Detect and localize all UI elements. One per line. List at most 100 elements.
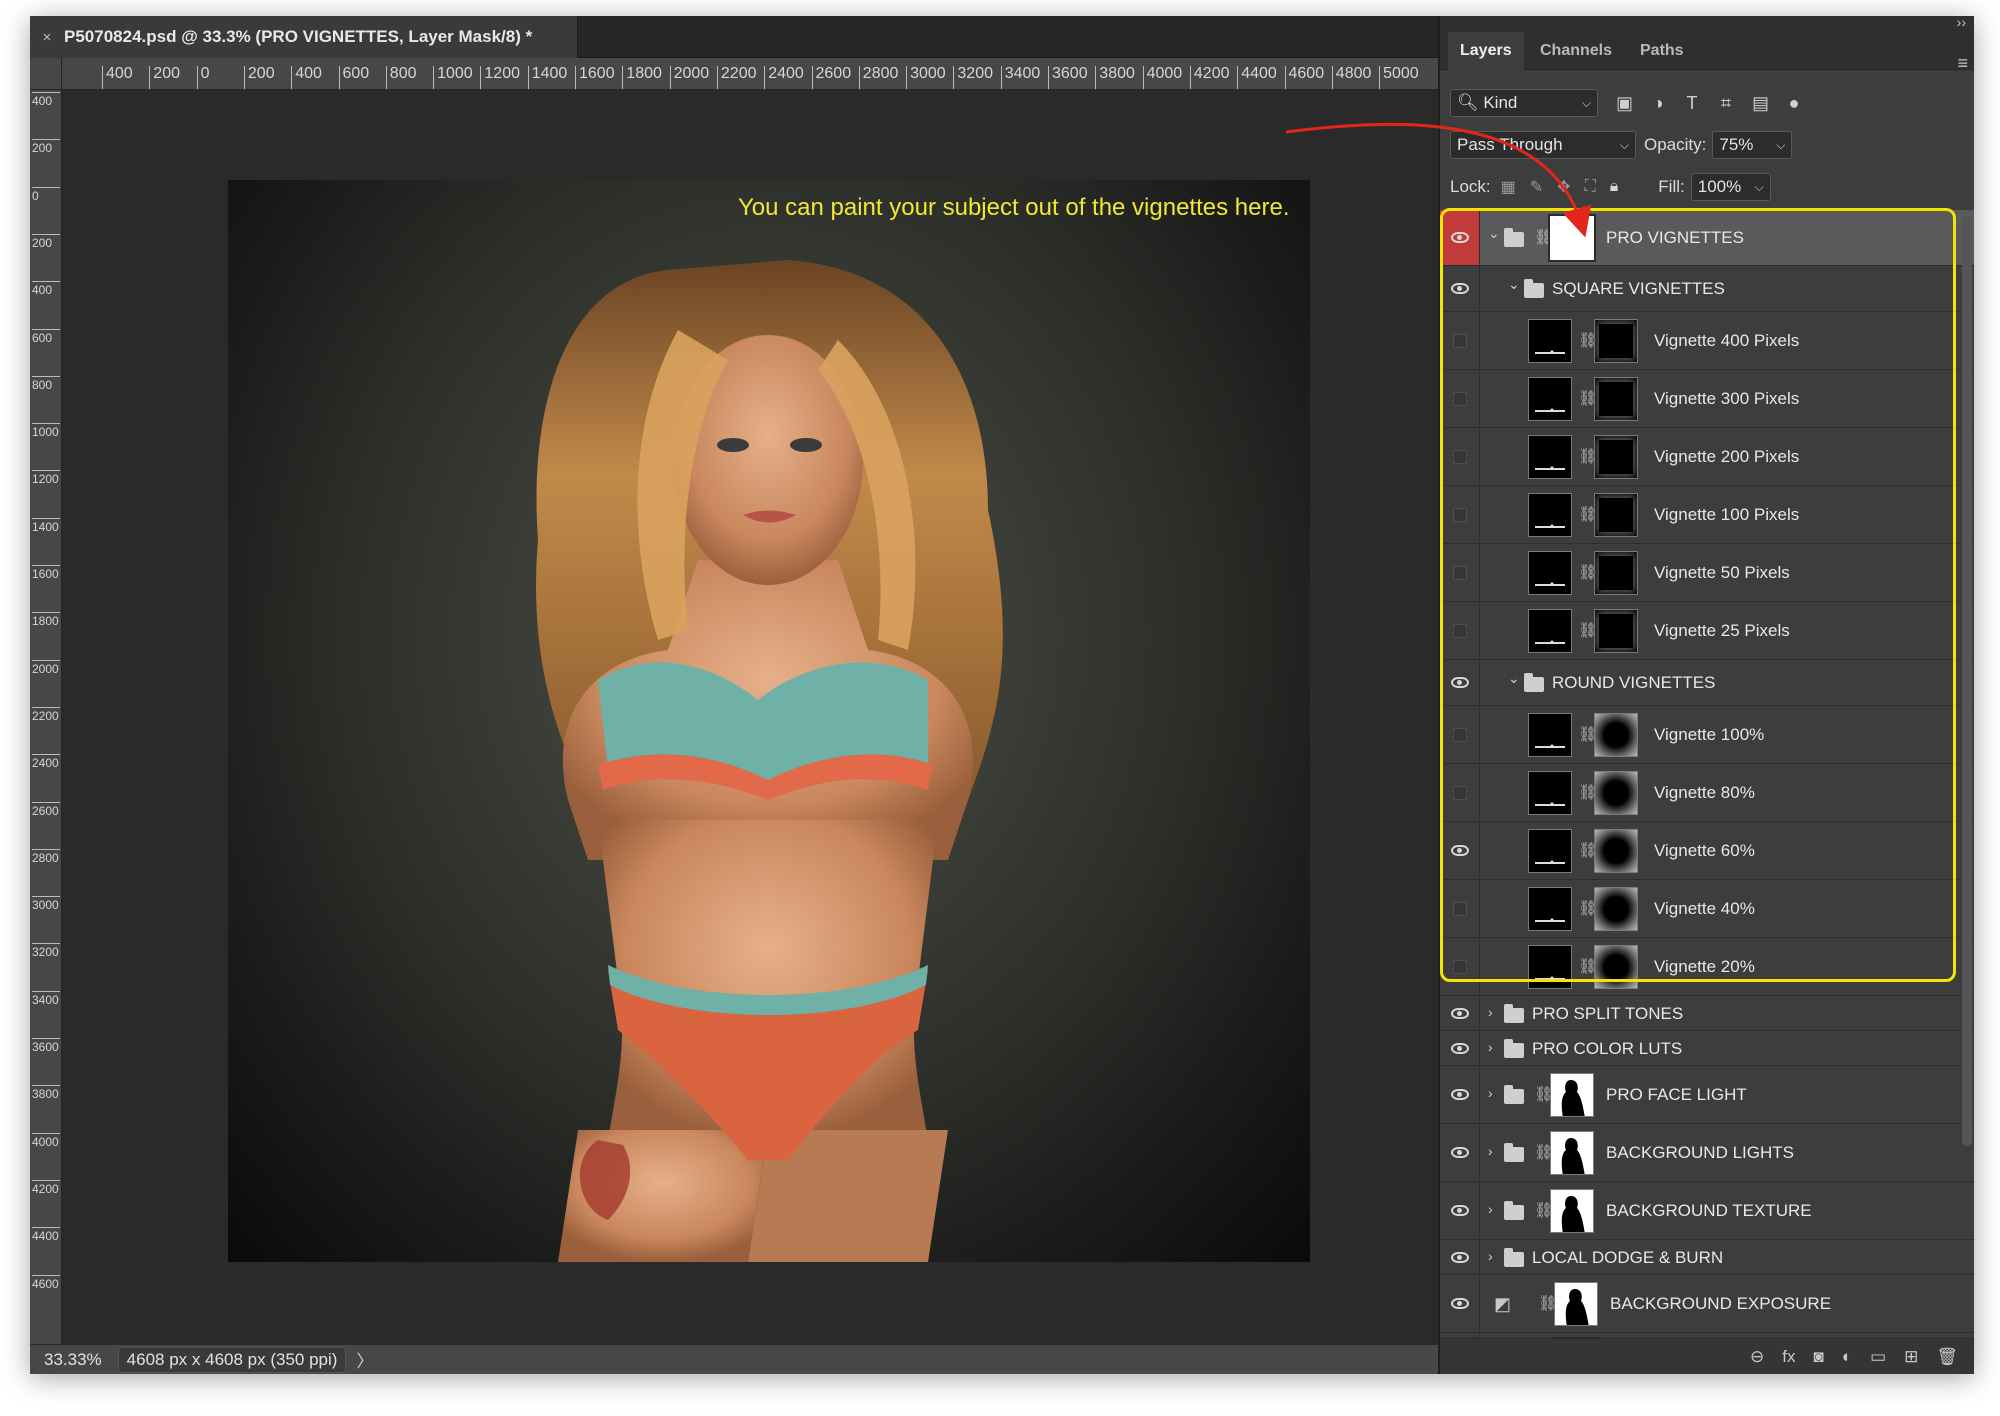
filter-toggle-icon[interactable]: ● — [1786, 93, 1802, 114]
new-layer-icon[interactable]: ⊞ — [1904, 1347, 1918, 1367]
layer-visibility-toggle[interactable] — [1440, 312, 1480, 369]
tab-layers[interactable]: Layers — [1448, 32, 1524, 70]
opacity-field[interactable]: 75% ⌵ — [1712, 131, 1793, 159]
layer-row[interactable]: ⛓ Vignette 50 Pixels — [1440, 544, 1974, 602]
layer-mask-thumbnail[interactable] — [1550, 1189, 1594, 1233]
layer-mask-thumbnail[interactable] — [1594, 493, 1638, 537]
lock-position-icon[interactable]: ✥ — [1557, 177, 1570, 197]
layer-visibility-toggle[interactable] — [1440, 938, 1480, 995]
layer-visibility-toggle[interactable] — [1440, 1182, 1480, 1239]
lock-artboard-icon[interactable]: ⛶ — [1585, 178, 1596, 196]
layer-visibility-toggle[interactable] — [1440, 602, 1480, 659]
layer-visibility-toggle[interactable] — [1440, 822, 1480, 879]
filter-kind-select[interactable]: 🔍︎ Kind ⌵ — [1450, 89, 1598, 117]
lock-pixels-icon[interactable]: ✎ — [1530, 177, 1543, 197]
adjustment-layer-thumbnail[interactable] — [1528, 829, 1572, 873]
chevron-down-icon[interactable]: ⌵ — [1776, 132, 1785, 158]
layer-visibility-toggle[interactable] — [1440, 266, 1480, 311]
chevron-down-icon[interactable]: ⌄ — [1488, 225, 1500, 242]
layer-mask-thumbnail[interactable] — [1594, 829, 1638, 873]
layer-row[interactable]: ⛓ Vignette 40% — [1440, 880, 1974, 938]
layer-mask-thumbnail[interactable] — [1594, 377, 1638, 421]
layers-scrollbar[interactable] — [1962, 216, 1972, 1146]
layer-visibility-toggle[interactable] — [1440, 1031, 1480, 1065]
layer-mask-thumbnail[interactable] — [1594, 435, 1638, 479]
chevron-right-icon[interactable]: › — [1488, 1201, 1493, 1217]
blend-mode-select[interactable]: Pass Through ⌵ — [1450, 131, 1636, 159]
layer-visibility-toggle[interactable] — [1440, 1275, 1480, 1332]
chevron-down-icon[interactable]: ⌵ — [1755, 174, 1764, 200]
adjustment-layer-thumbnail[interactable] — [1528, 887, 1572, 931]
layer-visibility-toggle[interactable] — [1440, 1066, 1480, 1123]
layer-row[interactable]: › ⛓ BACKGROUND LIGHTS — [1440, 1124, 1974, 1182]
adjustment-layer-thumbnail[interactable] — [1528, 945, 1572, 989]
layer-row[interactable]: ⛓ Vignette 20% — [1440, 938, 1974, 996]
tab-channels[interactable]: Channels — [1528, 32, 1624, 70]
adjustment-icon[interactable]: ◐ — [1842, 1347, 1852, 1367]
trash-icon[interactable]: 🗑 — [1936, 1347, 1958, 1367]
zoom-level[interactable]: 33.33% — [30, 1350, 118, 1370]
chevron-right-icon[interactable]: › — [1488, 1248, 1493, 1264]
layer-row[interactable]: ⛓ Vignette 100% — [1440, 706, 1974, 764]
layer-row[interactable]: › PRO SPLIT TONES — [1440, 996, 1974, 1031]
layer-mask-thumbnail[interactable] — [1550, 216, 1594, 260]
layer-mask-thumbnail[interactable] — [1594, 551, 1638, 595]
layer-visibility-toggle[interactable] — [1440, 210, 1480, 265]
fill-field[interactable]: 100% ⌵ — [1690, 173, 1771, 201]
adjustment-layer-thumbnail[interactable] — [1528, 771, 1572, 815]
chevron-right-icon[interactable]: 〉 — [346, 1347, 373, 1372]
chevron-right-icon[interactable]: › — [1488, 1085, 1493, 1101]
layer-mask-thumbnail[interactable] — [1554, 1282, 1598, 1326]
layer-row[interactable]: ⛓ Vignette 400 Pixels — [1440, 312, 1974, 370]
lock-all-icon[interactable]: 🔒︎ — [1610, 178, 1619, 196]
chevron-right-icon[interactable]: › — [1488, 1004, 1493, 1020]
layer-row[interactable]: ⌄ ROUND VIGNETTES — [1440, 660, 1974, 706]
layer-row[interactable]: ⛓ Vignette 200 Pixels — [1440, 428, 1974, 486]
layer-row[interactable]: › LOCAL DODGE & BURN — [1440, 1240, 1974, 1275]
layer-row[interactable]: › PRO COLOR LUTS — [1440, 1031, 1974, 1066]
type-filter-icon[interactable]: T — [1684, 93, 1700, 114]
layer-visibility-toggle[interactable] — [1440, 544, 1480, 601]
chevron-down-icon[interactable]: ⌄ — [1508, 670, 1520, 687]
layer-row[interactable]: › ⛓ PRO FACE LIGHT — [1440, 1066, 1974, 1124]
layer-visibility-toggle[interactable] — [1440, 428, 1480, 485]
layer-row[interactable]: ⛓ Vignette 100 Pixels — [1440, 486, 1974, 544]
layer-visibility-toggle[interactable] — [1440, 880, 1480, 937]
chevron-down-icon[interactable]: ⌄ — [1508, 276, 1520, 293]
close-icon[interactable]: × — [30, 29, 64, 46]
layer-row[interactable]: ⌄ SQUARE VIGNETTES — [1440, 266, 1974, 312]
layer-row[interactable]: ⛓ Vignette 25 Pixels — [1440, 602, 1974, 660]
vertical-ruler[interactable]: 400 200 0 200 400 600 800 1000 1200 1400 1600 1800 2… — [30, 90, 62, 1364]
layer-mask-thumbnail[interactable] — [1550, 1131, 1594, 1175]
layer-mask-thumbnail[interactable] — [1594, 771, 1638, 815]
layer-mask-thumbnail[interactable] — [1594, 945, 1638, 989]
adjustment-layer-thumbnail[interactable] — [1528, 551, 1572, 595]
layer-mask-thumbnail[interactable] — [1594, 609, 1638, 653]
adjustment-layer-thumbnail[interactable] — [1528, 319, 1572, 363]
document-photo[interactable] — [228, 180, 1310, 1262]
fx-icon[interactable]: fx — [1782, 1347, 1795, 1367]
smart-object-filter-icon[interactable]: ▤ — [1752, 93, 1769, 114]
layer-visibility-toggle[interactable] — [1440, 660, 1480, 705]
lock-transparency-icon[interactable]: ▦ — [1501, 177, 1516, 197]
adjustment-layer-thumbnail[interactable] — [1528, 377, 1572, 421]
chevron-right-icon[interactable]: › — [1488, 1143, 1493, 1159]
panel-menu-icon[interactable]: ≡ — [1957, 54, 1968, 72]
layer-visibility-toggle[interactable] — [1440, 486, 1480, 543]
image-filter-icon[interactable]: ▣ — [1616, 93, 1633, 114]
document-dimensions[interactable]: 4608 px x 4608 px (350 ppi) — [117, 1346, 347, 1373]
layer-visibility-toggle[interactable] — [1440, 1124, 1480, 1181]
link-icon[interactable]: ⊖ — [1750, 1347, 1764, 1367]
horizontal-ruler[interactable]: 400 200 0 200 400 600 800 1000 1200 1400 1600 1800 2… — [62, 58, 1438, 90]
layer-row[interactable]: ⛓ Vignette 80% — [1440, 764, 1974, 822]
adjustment-layer-thumbnail[interactable] — [1528, 713, 1572, 757]
layer-visibility-toggle[interactable] — [1440, 706, 1480, 763]
adjustment-layer-thumbnail[interactable] — [1528, 609, 1572, 653]
layer-visibility-toggle[interactable] — [1440, 370, 1480, 427]
layer-row[interactable]: ⛓ Vignette 300 Pixels — [1440, 370, 1974, 428]
layer-visibility-toggle[interactable] — [1440, 1240, 1480, 1274]
chevron-right-icon[interactable]: › — [1488, 1039, 1493, 1055]
layer-row[interactable]: ⌄ ⛓ PRO VIGNETTES — [1440, 210, 1974, 266]
new-group-icon[interactable]: ▭ — [1870, 1347, 1886, 1367]
layer-row[interactable]: ⛓ Vignette 60% — [1440, 822, 1974, 880]
